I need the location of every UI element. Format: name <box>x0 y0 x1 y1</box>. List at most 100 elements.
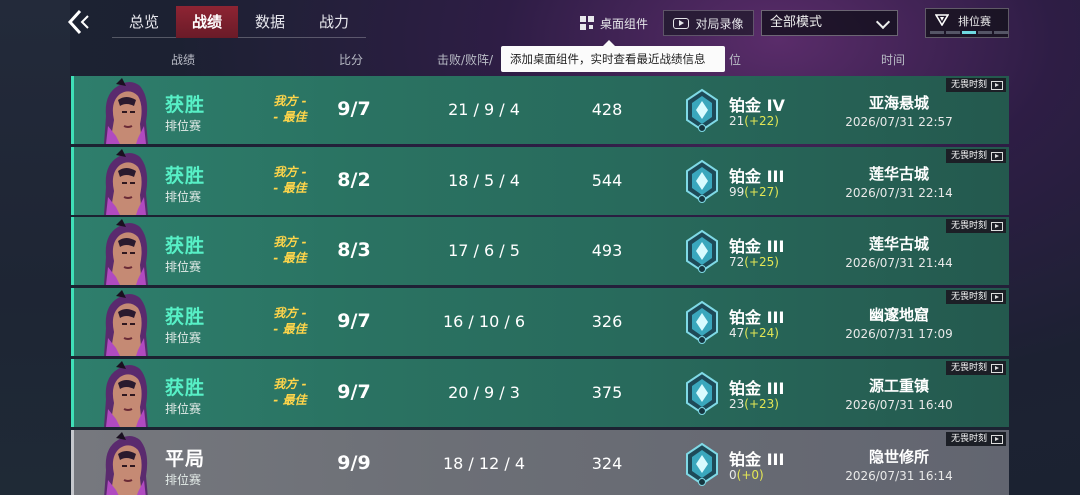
match-mode: 排位赛 <box>165 331 202 345</box>
tier-name: 铂金 III <box>729 379 785 398</box>
match-time: 2026/07/31 21:44 <box>845 256 953 270</box>
match-score: 8/3 <box>337 239 371 261</box>
tier-points-value: 0 <box>729 468 737 482</box>
mvp-line-1: 我方 - <box>273 235 307 249</box>
team-mvp-label: 我方 - - 最佳 <box>265 376 315 408</box>
mvp-line-1: 我方 - <box>273 165 307 179</box>
match-score: 9/9 <box>337 452 371 474</box>
highlight-tag-label: 无畏时刻 <box>950 363 987 373</box>
video-play-icon <box>673 17 690 29</box>
match-row[interactable]: 获胜 排位赛 我方 - - 最佳 9/7 16 / 10 / 6 326 铂金 … <box>71 288 1009 356</box>
highlight-tag[interactable]: 无畏时刻 <box>945 290 1006 304</box>
match-replay-label: 对局录像 <box>695 16 744 31</box>
match-mode: 排位赛 <box>165 260 202 274</box>
platinum-rank-icon <box>686 371 718 415</box>
match-row[interactable]: 获胜 排位赛 我方 - - 最佳 9/7 21 / 9 / 4 428 铂金 I… <box>71 76 1009 144</box>
tier-points-value: 23 <box>729 397 745 411</box>
tier-points-value: 72 <box>729 255 745 269</box>
highlight-tag[interactable]: 无畏时刻 <box>945 219 1006 233</box>
combat-score: 493 <box>591 241 623 260</box>
agent-avatar <box>104 361 148 427</box>
rank-progress-bars <box>930 31 1008 34</box>
platinum-rank-icon <box>686 229 718 273</box>
column-header-score: 比分 <box>339 53 364 67</box>
highlight-tag[interactable]: 无畏时刻 <box>945 78 1006 92</box>
match-result: 获胜 <box>165 94 206 116</box>
desktop-widget-button[interactable]: 桌面组件 <box>579 12 648 34</box>
mvp-line-1: 我方 - <box>273 94 307 108</box>
tier-points-change: (+22) <box>744 114 779 128</box>
tier-name: 铂金 III <box>729 308 785 327</box>
tab-records[interactable]: 战绩 <box>176 6 238 38</box>
tier-points-value: 47 <box>729 326 745 340</box>
mvp-line-2: - 最佳 <box>273 181 307 195</box>
platinum-rank-icon <box>686 442 718 486</box>
left-backdrop <box>0 0 70 495</box>
mode-dropdown-value: 全部模式 <box>770 15 823 30</box>
tier-points-value: 99 <box>729 185 745 199</box>
highlight-tag[interactable]: 无畏时刻 <box>945 432 1006 446</box>
team-mvp-label: 我方 - - 最佳 <box>265 93 315 125</box>
match-kda: 21 / 9 / 4 <box>448 100 520 119</box>
column-header-tier: 位 <box>729 53 742 67</box>
highlight-tag[interactable]: 无畏时刻 <box>945 361 1006 375</box>
match-row[interactable]: 获胜 排位赛 我方 - - 最佳 8/2 18 / 5 / 4 544 铂金 I… <box>71 147 1009 215</box>
tier-points-change: (+24) <box>744 326 779 340</box>
match-row[interactable]: 获胜 排位赛 我方 - - 最佳 8/3 17 / 6 / 5 493 铂金 I… <box>71 217 1009 285</box>
team-mvp-label: 我方 - - 最佳 <box>265 305 315 337</box>
ranked-badge[interactable]: 排位赛 <box>925 8 1009 38</box>
combat-score: 326 <box>591 312 623 331</box>
match-mode: 排位赛 <box>165 119 202 133</box>
match-time: 2026/07/31 16:40 <box>845 398 953 412</box>
column-header-time: 时间 <box>881 53 906 67</box>
tier-points: 72(+25) <box>729 255 779 269</box>
match-time: 2026/07/31 22:14 <box>845 186 953 200</box>
match-row[interactable]: 平局 排位赛 9/9 18 / 12 / 4 324 铂金 III 0(+0) … <box>71 430 1009 495</box>
platinum-rank-icon <box>686 159 718 203</box>
tier-points-change: (+0) <box>736 468 764 482</box>
match-result: 获胜 <box>165 377 206 399</box>
back-arrow-icon[interactable] <box>66 8 92 36</box>
map-name: 亚海悬城 <box>868 94 929 112</box>
widget-tooltip: 添加桌面组件，实时查看最近战绩信息 <box>501 40 725 72</box>
tier-points-value: 21 <box>729 114 745 128</box>
chevron-down-icon <box>875 14 891 30</box>
mode-dropdown[interactable]: 全部模式 <box>761 10 898 36</box>
ranked-badge-label: 排位赛 <box>958 15 991 28</box>
match-row[interactable]: 获胜 排位赛 我方 - - 最佳 9/7 20 / 9 / 3 375 铂金 I… <box>71 359 1009 427</box>
match-result: 平局 <box>165 448 206 470</box>
mvp-line-2: - 最佳 <box>273 393 307 407</box>
tier-points-change: (+25) <box>744 255 779 269</box>
film-icon <box>991 151 1003 161</box>
tab-data[interactable]: 数据 <box>238 6 302 38</box>
desktop-widget-label: 桌面组件 <box>600 16 649 31</box>
agent-avatar <box>104 219 148 285</box>
top-bar: 总览 战绩 数据 战力 桌面组件 对局录像 全部模式 排位赛 <box>0 0 1080 46</box>
platinum-rank-icon <box>686 88 718 132</box>
tier-name: 铂金 IV <box>729 96 785 115</box>
tier-name: 铂金 III <box>729 450 785 469</box>
mvp-line-2: - 最佳 <box>273 251 307 265</box>
map-name: 隐世修所 <box>868 448 929 466</box>
tab-bar: 总览 战绩 数据 战力 <box>112 6 366 38</box>
mvp-line-2: - 最佳 <box>273 110 307 124</box>
tier-points: 0(+0) <box>729 468 764 482</box>
match-kda: 20 / 9 / 3 <box>448 383 520 402</box>
match-replay-button[interactable]: 对局录像 <box>663 10 754 36</box>
match-mode: 排位赛 <box>165 473 202 487</box>
mvp-line-2: - 最佳 <box>273 322 307 336</box>
match-kda: 17 / 6 / 5 <box>448 241 520 260</box>
match-kda: 18 / 5 / 4 <box>448 171 520 190</box>
team-mvp-label: 我方 - - 最佳 <box>265 164 315 196</box>
tab-overview[interactable]: 总览 <box>112 6 176 38</box>
team-mvp-label: 我方 - - 最佳 <box>265 234 315 266</box>
map-name: 莲华古城 <box>868 235 929 253</box>
film-icon <box>991 80 1003 90</box>
highlight-tag-label: 无畏时刻 <box>950 221 987 231</box>
mvp-line-1: 我方 - <box>273 306 307 320</box>
tab-power[interactable]: 战力 <box>302 6 366 38</box>
highlight-tag-label: 无畏时刻 <box>950 292 987 302</box>
combat-score: 428 <box>591 100 623 119</box>
mvp-line-1: 我方 - <box>273 377 307 391</box>
highlight-tag[interactable]: 无畏时刻 <box>945 149 1006 163</box>
